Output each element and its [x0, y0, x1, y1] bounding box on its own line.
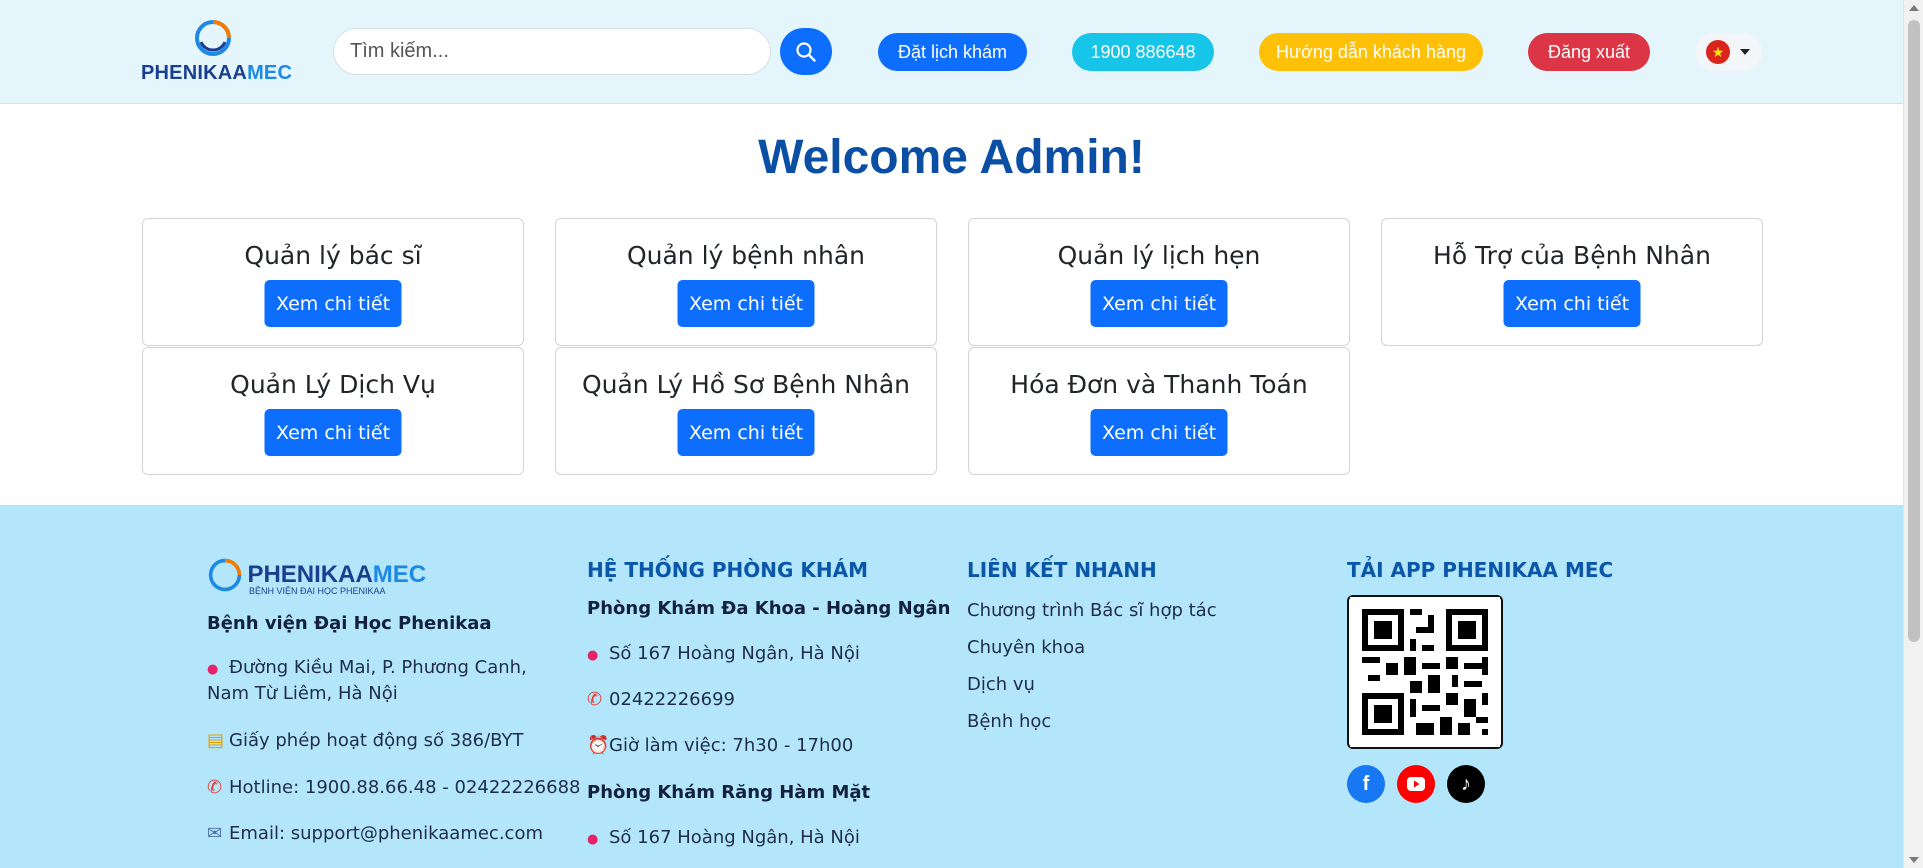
search-button[interactable] [780, 28, 832, 75]
card-title: Quản lý bác sĩ [244, 241, 422, 270]
scrollbar-thumb[interactable] [1908, 20, 1920, 642]
page-title: Welcome Admin! [758, 131, 1145, 184]
card-title: Quản Lý Dịch Vụ [230, 370, 436, 399]
customer-guide-button[interactable]: Hướng dẫn khách hàng [1259, 33, 1483, 71]
app-qr-code[interactable] [1347, 595, 1503, 749]
email-text: Email: support@phenikaamec.com [229, 823, 543, 844]
language-dropdown[interactable]: ★ [1695, 33, 1762, 71]
alarm-clock-icon: ⏰ [587, 735, 610, 756]
clinic-name: Phòng Khám Răng Hàm Mặt [587, 782, 871, 803]
hotline-line: ✆ Hotline: 1900.88.66.48 - 02422226688 [207, 777, 580, 798]
search-icon [796, 41, 816, 62]
clinic-phone-text: 02422226699 [609, 689, 735, 710]
play-icon [1407, 777, 1425, 791]
card-patient-records: Quản Lý Hồ Sơ Bệnh Nhân Xem chi tiết [555, 347, 937, 475]
card-title: Quản lý bệnh nhân [626, 241, 866, 270]
book-appointment-button[interactable]: Đặt lịch khám [878, 33, 1027, 71]
view-details-button[interactable]: Xem chi tiết [264, 280, 402, 327]
clinic-address: ● Số 167 Hoàng Ngân, Hà Nội [587, 827, 860, 848]
logo-text: PHENIKAAMEC [141, 62, 292, 85]
card-billing-payment: Hóa Đơn và Thanh Toán Xem chi tiết [968, 347, 1350, 475]
address-line: ● Đường Kiều Mai, P. Phương Canh, [207, 657, 527, 678]
page-scrollbar[interactable] [1903, 0, 1923, 868]
clinic-address-text: Số 167 Hoàng Ngân, Hà Nội [609, 827, 860, 848]
search-input[interactable] [333, 28, 771, 75]
footer-logo-subtitle: BỆNH VIỆN ĐẠI HỌC PHENIKAA [249, 586, 386, 596]
clinics-heading: HỆ THỐNG PHÒNG KHÁM [587, 558, 868, 582]
hotline-button[interactable]: 1900 886648 [1072, 33, 1214, 71]
address-text: Đường Kiều Mai, P. Phương Canh, [229, 657, 527, 678]
footer: PHENIKAAMEC BỆNH VIỆN ĐẠI HỌC PHENIKAA B… [0, 505, 1903, 868]
location-pin-icon: ● [587, 832, 599, 847]
email-line: ✉ Email: support@phenikaamec.com [207, 823, 543, 844]
view-details-button[interactable]: Xem chi tiết [264, 409, 402, 456]
quick-links-heading: LIÊN KẾT NHANH [967, 558, 1157, 582]
card-title: Quản lý lịch hẹn [1057, 241, 1261, 270]
logout-button[interactable]: Đăng xuất [1528, 33, 1650, 71]
view-details-button[interactable]: Xem chi tiết [1090, 409, 1228, 456]
location-pin-icon: ● [587, 648, 599, 663]
footer-link-diseases[interactable]: Bệnh học [967, 711, 1051, 732]
card-appointment-management: Quản lý lịch hẹn Xem chi tiết [968, 218, 1350, 346]
hotline-text: Hotline: 1900.88.66.48 - 02422226688 [229, 777, 581, 798]
scroll-icon: ▤ [207, 730, 225, 751]
footer-link-services[interactable]: Dịch vụ [967, 674, 1035, 695]
logo-ring-icon [195, 20, 231, 56]
footer-logo-text-part2: MEC [372, 561, 427, 588]
chevron-down-icon [1740, 49, 1750, 55]
view-details-button[interactable]: Xem chi tiết [677, 409, 815, 456]
clinic-address-text: Số 167 Hoàng Ngân, Hà Nội [609, 643, 860, 664]
card-title: Hỗ Trợ của Bệnh Nhân [1433, 241, 1711, 270]
vn-flag-icon: ★ [1706, 40, 1730, 64]
view-details-button[interactable]: Xem chi tiết [1503, 280, 1641, 327]
clinic-address: ● Số 167 Hoàng Ngân, Hà Nội [587, 643, 860, 664]
top-navbar: PHENIKAAMEC Đặt lịch khám 1900 886648 Hư… [0, 0, 1903, 104]
phenikaamec-logo[interactable]: PHENIKAAMEC [141, 18, 292, 86]
view-details-button[interactable]: Xem chi tiết [1090, 280, 1228, 327]
card-title: Hóa Đơn và Thanh Toán [1010, 370, 1308, 399]
facebook-icon[interactable]: f [1347, 765, 1385, 803]
location-pin-icon: ● [207, 662, 219, 677]
phone-icon: ✆ [207, 777, 223, 798]
license-text: Giấy phép hoạt động số 386/BYT [229, 730, 524, 751]
tiktok-icon[interactable]: ♪ [1447, 765, 1485, 803]
footer-logo: PHENIKAAMEC BỆNH VIỆN ĐẠI HỌC PHENIKAA [207, 557, 427, 596]
card-service-management: Quản Lý Dịch Vụ Xem chi tiết [142, 347, 524, 475]
logo-text-part2: MEC [247, 62, 293, 84]
clinic-phone: ✆ 02422226699 [587, 689, 735, 710]
logo-ring-icon [208, 558, 242, 592]
card-patient-management: Quản lý bệnh nhân Xem chi tiết [555, 218, 937, 346]
card-title: Quản Lý Hồ Sơ Bệnh Nhân [581, 370, 911, 399]
footer-link-specialties[interactable]: Chuyên khoa [967, 637, 1085, 658]
card-doctor-management: Quản lý bác sĩ Xem chi tiết [142, 218, 524, 346]
address-line-2: Nam Từ Liêm, Hà Nội [207, 683, 398, 704]
clinic-hours: ⏰Giờ làm việc: 7h30 - 17h00 [587, 735, 853, 756]
logo-text-part1: PHENIKAA [141, 62, 248, 84]
footer-link-partner-doctor[interactable]: Chương trình Bác sĩ hợp tác [967, 600, 1217, 621]
qr-code-icon [1350, 597, 1500, 747]
card-patient-support: Hỗ Trợ của Bệnh Nhân Xem chi tiết [1381, 218, 1763, 346]
youtube-icon[interactable] [1397, 765, 1435, 803]
hospital-name: Bệnh viện Đại Học Phenikaa [207, 613, 492, 634]
download-app-heading: TẢI APP PHENIKAA MEC [1347, 558, 1614, 582]
scroll-down-arrow-icon[interactable] [1909, 857, 1919, 863]
view-details-button[interactable]: Xem chi tiết [677, 280, 815, 327]
phone-icon: ✆ [587, 689, 603, 710]
scroll-up-arrow-icon[interactable] [1909, 5, 1919, 11]
clinic-name: Phòng Khám Đa Khoa - Hoàng Ngân [587, 598, 951, 619]
clinic-hours-text: Giờ làm việc: 7h30 - 17h00 [609, 735, 854, 756]
footer-logo-text-part1: PHENIKAA [247, 561, 373, 588]
email-icon: ✉ [207, 823, 223, 844]
license-line: ▤ Giấy phép hoạt động số 386/BYT [207, 730, 524, 751]
